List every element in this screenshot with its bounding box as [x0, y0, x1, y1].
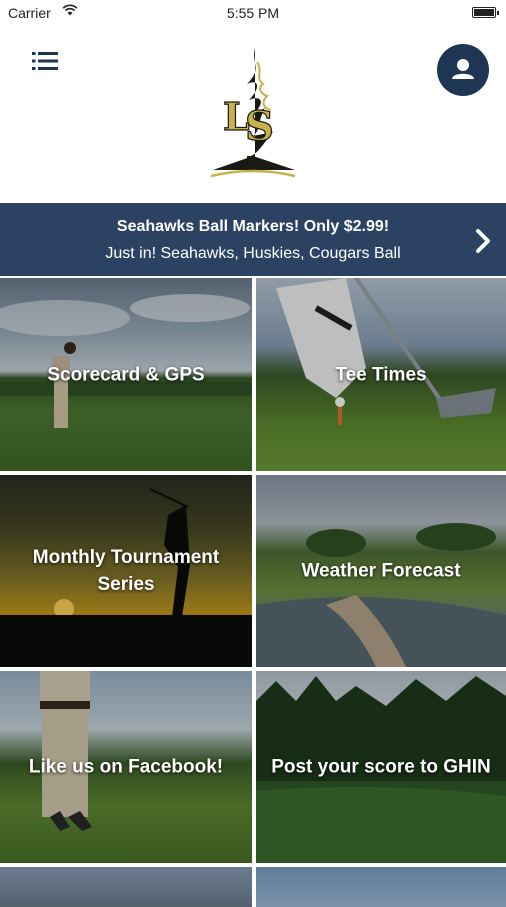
tile-monthly-tournament[interactable]: Monthly Tournament Series — [0, 475, 252, 667]
tile-label: Weather Forecast — [301, 560, 461, 582]
tile-partial-8[interactable] — [256, 867, 506, 907]
tile-label: Monthly Tournament Series — [32, 547, 220, 595]
app-header: L S — [0, 26, 506, 203]
ls-flame-logo: L S — [210, 48, 296, 178]
tile-label: Tee Times — [335, 364, 427, 385]
promo-banner[interactable]: Seahawks Ball Markers! Only $2.99! Just … — [0, 203, 506, 276]
tile-partial-7[interactable] — [0, 867, 252, 907]
status-bar: Carrier 5:55 PM — [0, 0, 506, 26]
tile-weather-forecast[interactable]: Weather Forecast — [256, 475, 506, 667]
tile-tee-times[interactable]: Tee Times — [256, 278, 506, 471]
clock: 5:55 PM — [226, 5, 280, 21]
svg-text:S: S — [245, 103, 274, 150]
promo-title: Seahawks Ball Markers! Only $2.99! — [116, 218, 390, 235]
user-icon — [452, 59, 474, 79]
tile-label: Like us on Facebook! — [28, 756, 224, 778]
tile-facebook[interactable]: Like us on Facebook! — [0, 671, 252, 863]
tile-label: Post your score to GHIN — [271, 756, 491, 778]
tile-label: Scorecard & GPS — [47, 364, 205, 385]
chevron-right-icon — [476, 229, 490, 253]
battery-icon — [472, 7, 499, 18]
feature-grid: Scorecard & GPS Tee Times Monthly Tourna… — [0, 278, 506, 907]
tile-post-score-ghin[interactable]: Post your score to GHIN — [256, 671, 506, 863]
profile-button[interactable] — [437, 44, 489, 96]
tile-scorecard-gps[interactable]: Scorecard & GPS — [0, 278, 252, 471]
hamburger-menu-icon[interactable] — [30, 48, 60, 74]
promo-subtitle: Just in! Seahawks, Huskies, Cougars Ball — [105, 245, 401, 262]
